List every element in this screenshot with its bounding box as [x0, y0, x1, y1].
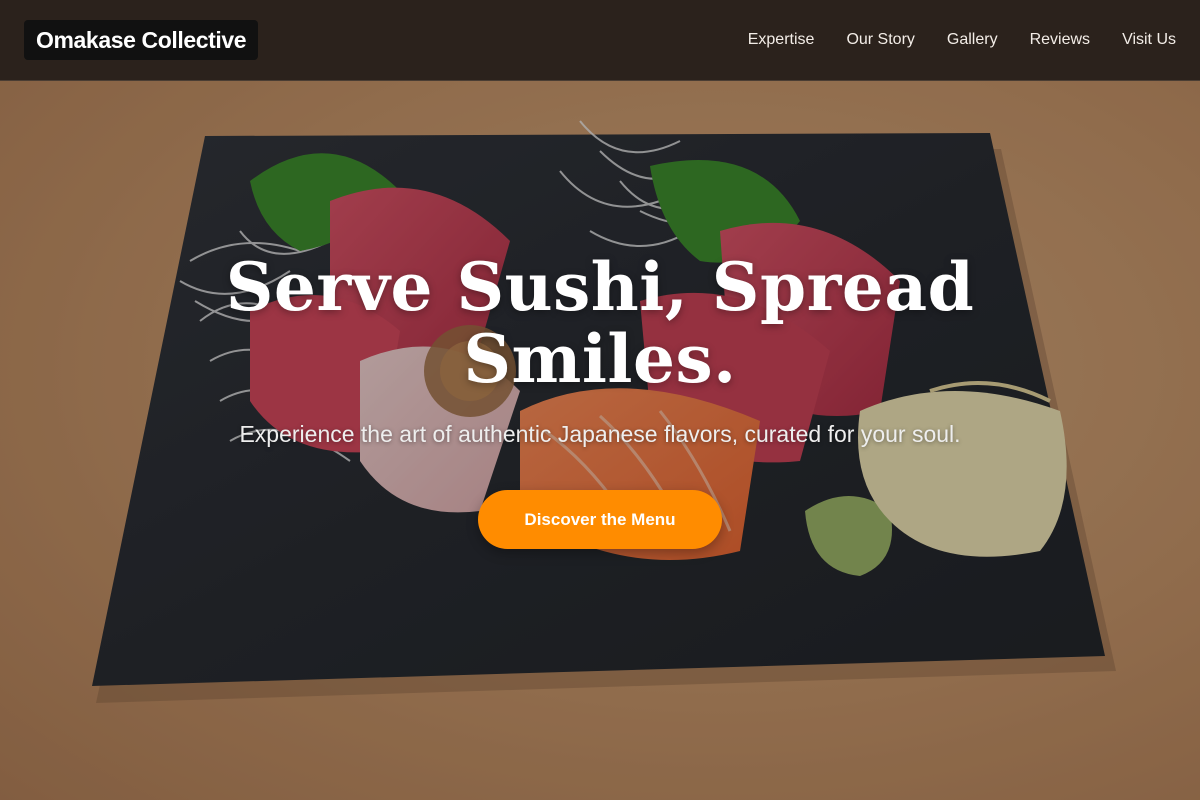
nav-link-expertise[interactable]: Expertise: [748, 31, 815, 49]
nav-link-our-story[interactable]: Our Story: [846, 31, 914, 49]
nav-link-visit-us[interactable]: Visit Us: [1122, 31, 1176, 49]
nav-link-reviews[interactable]: Reviews: [1030, 31, 1090, 49]
hero-subtitle: Experience the art of authentic Japanese…: [239, 421, 961, 447]
discover-menu-button[interactable]: Discover the Menu: [478, 490, 722, 549]
site-header: Omakase Collective Expertise Our Story G…: [0, 0, 1200, 81]
hero-section: Serve Sushi, Spread Smiles. Experience t…: [0, 81, 1200, 800]
hero-title: Serve Sushi, Spread Smiles.: [225, 248, 975, 398]
hero-content: Serve Sushi, Spread Smiles. Experience t…: [0, 81, 1200, 800]
main-nav: Expertise Our Story Gallery Reviews Visi…: [716, 0, 1176, 80]
nav-link-gallery[interactable]: Gallery: [947, 31, 998, 49]
brand-logo[interactable]: Omakase Collective: [24, 20, 259, 60]
